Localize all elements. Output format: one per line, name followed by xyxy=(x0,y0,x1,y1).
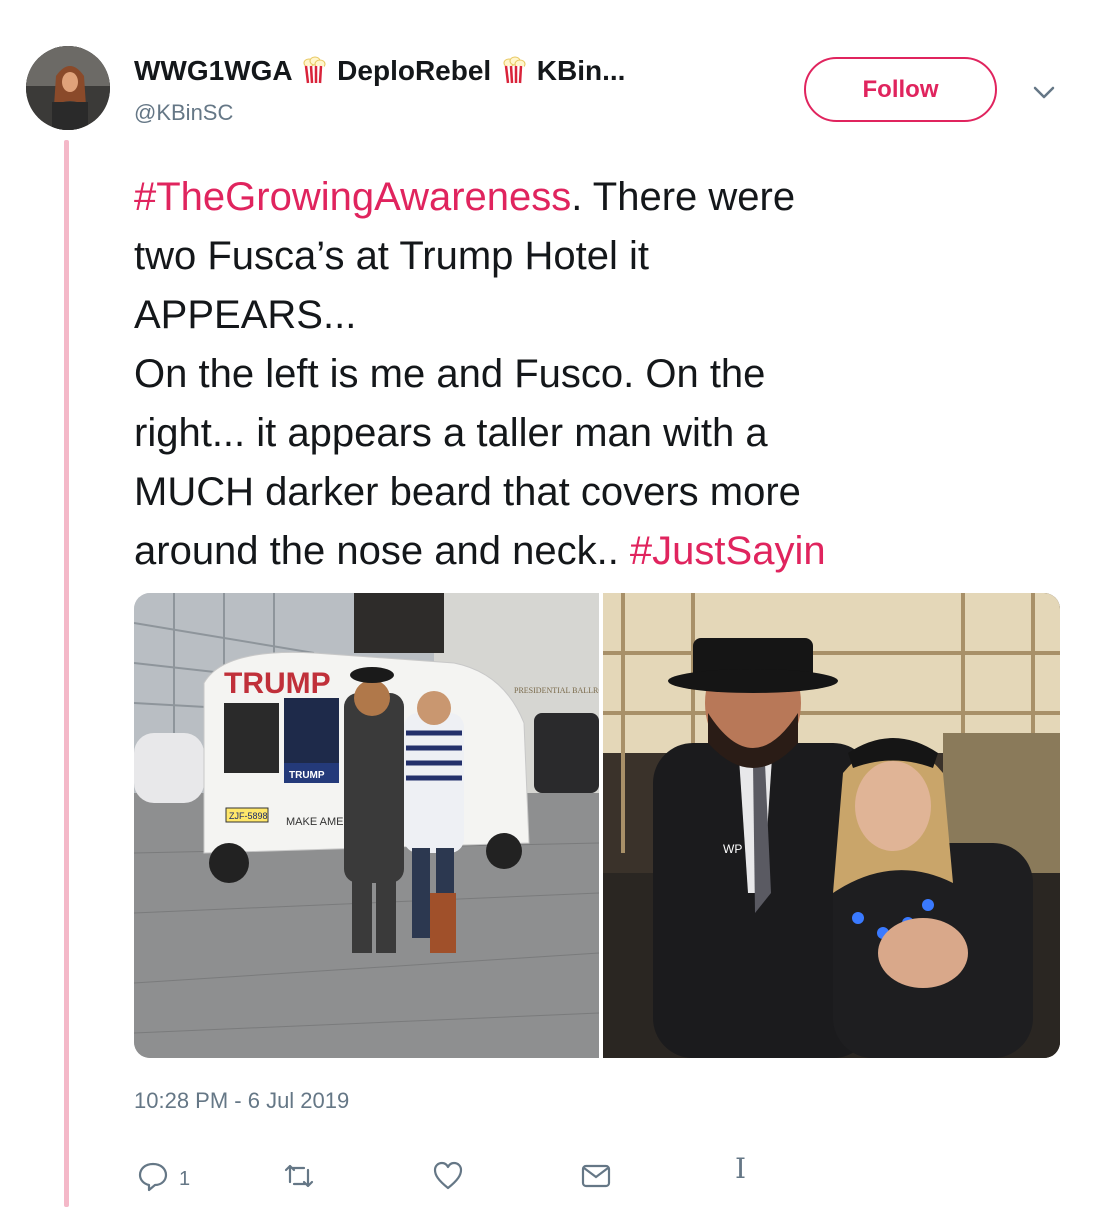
reply-count: 1 xyxy=(179,1167,191,1190)
tweet-line: two Fusca’s at Trump Hotel it xyxy=(134,234,649,278)
direct-message-button[interactable] xyxy=(580,1160,612,1198)
retweet-icon xyxy=(283,1160,315,1198)
reply-button[interactable]: 1 xyxy=(137,1160,190,1198)
tweet-line-text: . There were xyxy=(571,175,796,219)
van-trump-text: TRUMP xyxy=(224,667,331,700)
tweet-line: #TheGrowingAwareness. There were xyxy=(134,168,1054,227)
van-sign-text: TRUMP xyxy=(289,770,325,781)
photo-right[interactable]: WP xyxy=(603,593,1060,1058)
popcorn-icon xyxy=(501,56,527,84)
display-name-part-2: DeploRebel xyxy=(337,55,492,86)
hashtag-link[interactable]: #JustSayin xyxy=(630,529,826,573)
hashtag-link[interactable]: #TheGrowingAwareness xyxy=(134,175,571,219)
reply-icon xyxy=(137,1160,169,1198)
chevron-down-icon[interactable] xyxy=(1030,80,1058,104)
license-plate: ZJF-5898 xyxy=(229,811,268,821)
display-name[interactable]: WWG1WGA DeploRebel KBin... xyxy=(134,55,625,87)
tweet-line: around the nose and neck.. #JustSayin xyxy=(134,522,1054,581)
envelope-icon xyxy=(580,1160,612,1198)
thread-line xyxy=(64,140,69,1207)
badge-text: WP xyxy=(723,842,742,856)
retweet-button[interactable] xyxy=(283,1160,315,1198)
photo-left[interactable]: PRESIDENTIAL BALLROO TRUMP TRUMP ZJF-589… xyxy=(134,593,599,1058)
tweet-line: APPEARS... xyxy=(134,293,357,337)
user-handle[interactable]: @KBinSC xyxy=(134,100,233,126)
follow-button[interactable]: Follow xyxy=(804,57,997,122)
media-grid: PRESIDENTIAL BALLROO TRUMP TRUMP ZJF-589… xyxy=(134,593,1060,1058)
text-cursor-icon: I xyxy=(735,1152,747,1185)
building-sign-text: PRESIDENTIAL BALLROO xyxy=(514,686,599,695)
tweet-line: MUCH darker beard that covers more xyxy=(134,470,801,514)
tweet-line: On the left is me and Fusco. On the xyxy=(134,352,766,396)
like-button[interactable] xyxy=(432,1160,464,1198)
tweet-line: right... it appears a taller man with a xyxy=(134,411,768,455)
display-name-part-1: WWG1WGA xyxy=(134,55,292,86)
display-name-part-3: KBin... xyxy=(536,55,626,86)
heart-icon xyxy=(432,1160,464,1198)
avatar[interactable] xyxy=(26,46,110,130)
tweet-text: #TheGrowingAwareness. There were two Fus… xyxy=(134,168,1054,581)
tweet-line-text: around the nose and neck.. xyxy=(134,529,630,573)
popcorn-icon xyxy=(301,56,327,84)
tweet-timestamp[interactable]: 10:28 PM - 6 Jul 2019 xyxy=(134,1088,349,1114)
